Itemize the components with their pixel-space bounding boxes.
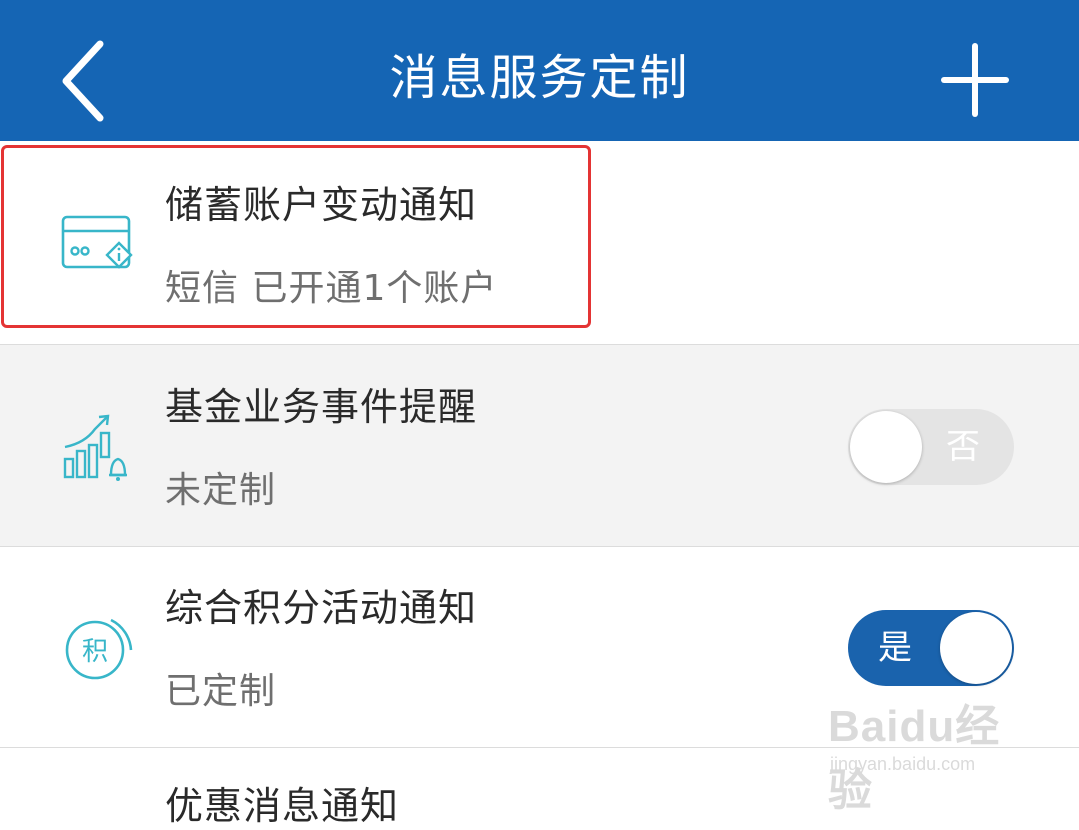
plus-icon — [941, 43, 1009, 117]
points-circle-icon: 积 — [65, 618, 133, 680]
top-bar: 消息服务定制 — [0, 0, 1079, 141]
watermark-url: jingyan.baidu.com — [830, 754, 976, 774]
toggle-label: 否 — [946, 427, 980, 467]
item-title: 综合积分活动通知 — [165, 586, 478, 630]
page-title: 消息服务定制 — [389, 50, 690, 106]
points-notice-toggle[interactable]: 是 — [848, 610, 1014, 686]
toggle-knob — [850, 411, 922, 483]
fund-reminder-toggle[interactable]: 否 — [848, 409, 1014, 485]
points-icon-char: 积 — [82, 637, 108, 667]
toggle-knob — [940, 612, 1012, 684]
item-title: 基金业务事件提醒 — [165, 385, 478, 429]
watermark: Baidu经验 jingyan.baidu.com — [828, 690, 1028, 815]
item-subtitle: 未定制 — [165, 470, 277, 511]
item-subtitle: 已定制 — [165, 671, 277, 712]
add-button[interactable] — [930, 40, 1020, 120]
toggle-label: 是 — [878, 628, 912, 668]
list-item-fund-reminder[interactable]: 基金业务事件提醒 未定制 否 — [0, 345, 1079, 547]
fund-chart-bell-icon — [63, 414, 127, 481]
highlight-box — [1, 145, 591, 328]
item-title: 优惠消息通知 — [165, 784, 400, 828]
